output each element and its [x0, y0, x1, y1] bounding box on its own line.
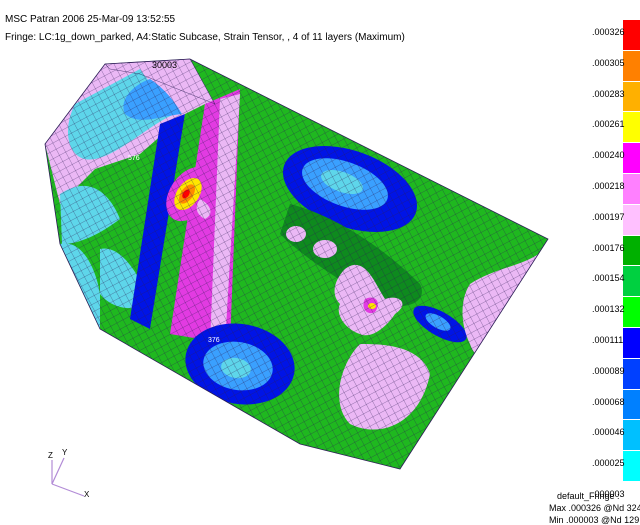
legend-swatch: [623, 173, 640, 204]
legend-swatch: [623, 49, 640, 81]
legend-swatch: [623, 296, 640, 328]
legend-swatch: [623, 419, 640, 451]
legend-value-label: .000283: [592, 88, 625, 99]
node-b-label: 376: [208, 337, 220, 344]
legend-value-label: .000240: [592, 150, 625, 161]
legend-value-label: .000025: [592, 458, 625, 469]
legend-value-label: .000305: [592, 57, 625, 68]
legend-value-label: .000176: [592, 242, 625, 253]
legend-swatch: [623, 111, 640, 143]
triad-y-label: Y: [62, 448, 68, 457]
legend-value-label: .000218: [592, 181, 625, 191]
legend-value-label: .000089: [592, 365, 625, 376]
legend-value-label: .000154: [592, 273, 625, 284]
fringe-min: Min .000003 @Nd 129: [549, 515, 640, 525]
axis-triad: Z Y X: [40, 448, 100, 503]
legend-value-label: .000326: [592, 27, 625, 37]
legend-swatch: [623, 265, 640, 297]
fringe-plot: [45, 59, 548, 469]
corner-node-label: 30003: [152, 60, 177, 70]
node-a-label: 576: [128, 155, 140, 162]
legend-value-label: .000068: [592, 396, 625, 407]
legend-value-label: .000003: [592, 489, 625, 499]
legend-swatch: [623, 234, 640, 266]
model-viewport[interactable]: 30003 576 376: [0, 44, 590, 514]
legend-swatch: [623, 19, 640, 50]
legend-value-label: .000261: [592, 119, 625, 130]
legend-value-label: .000046: [592, 427, 625, 438]
legend-swatch: [623, 388, 640, 420]
legend-swatch: [623, 80, 640, 112]
triad-z-label: Z: [48, 451, 53, 460]
legend-value-label: .000111: [592, 335, 624, 345]
legend-swatch: [623, 142, 640, 174]
legend-value-label: .000132: [592, 304, 625, 315]
legend-swatch: [623, 357, 640, 389]
fringe-max: Max .000326 @Nd 3241: [549, 503, 640, 513]
legend-swatch: [623, 327, 640, 358]
triad-x-label: X: [84, 490, 90, 499]
app-title: MSC Patran 2006 25-Mar-09 13:52:55: [5, 14, 176, 25]
legend-swatch: [623, 450, 640, 482]
fringe-description: Fringe: LC:1g_down_parked, A4:Static Sub…: [5, 32, 405, 43]
legend-value-label: .000197: [592, 211, 625, 222]
legend-swatch: [623, 203, 640, 235]
